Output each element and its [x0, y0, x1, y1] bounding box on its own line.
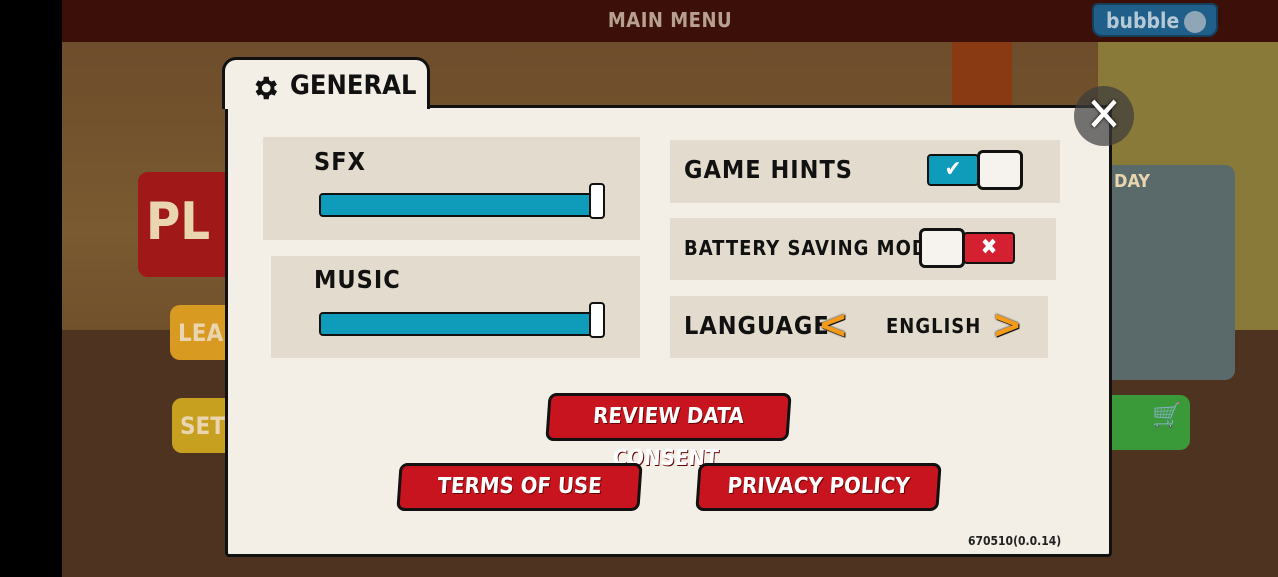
bubble-label: bubble	[1106, 9, 1180, 33]
toggle-knob	[919, 228, 965, 268]
bg-play-button: PL	[138, 172, 238, 277]
terms-of-use-button[interactable]: TERMS OF USE	[396, 463, 643, 511]
language-next-arrow-icon[interactable]: >	[992, 302, 1022, 348]
bg-daily-card: DAY	[1100, 165, 1235, 380]
close-button[interactable]: ✕	[1074, 86, 1134, 146]
game-hints-label: GAME HINTS	[684, 155, 853, 184]
toggle-knob	[977, 150, 1023, 190]
bubble-button[interactable]: bubble	[1092, 3, 1218, 37]
battery-saving-toggle[interactable]: ✖	[919, 228, 1015, 268]
sfx-label: SFX	[314, 147, 366, 176]
x-icon: ✖	[963, 232, 1015, 264]
privacy-policy-button[interactable]: PRIVACY POLICY	[695, 463, 942, 511]
language-label: LANGUAGE	[684, 311, 830, 340]
version-text: 670510(0.0.14)	[968, 534, 1062, 548]
music-label: MUSIC	[314, 265, 401, 294]
language-prev-arrow-icon[interactable]: <	[818, 302, 848, 348]
language-value: ENGLISH	[886, 314, 982, 338]
chat-bubble-icon	[1184, 11, 1206, 33]
music-slider[interactable]	[319, 312, 599, 336]
sfx-slider-handle[interactable]	[589, 183, 605, 219]
tab-title: GENERAL	[290, 70, 417, 101]
check-icon: ✔	[927, 154, 979, 186]
sfx-slider[interactable]	[319, 193, 599, 217]
music-slider-handle[interactable]	[589, 302, 605, 338]
gear-icon	[255, 76, 277, 100]
game-hints-toggle[interactable]: ✔	[927, 150, 1023, 190]
review-data-consent-button[interactable]: REVIEW DATA CONSENT	[545, 393, 792, 471]
battery-saving-label: BATTERY SAVING MODE	[684, 236, 942, 260]
